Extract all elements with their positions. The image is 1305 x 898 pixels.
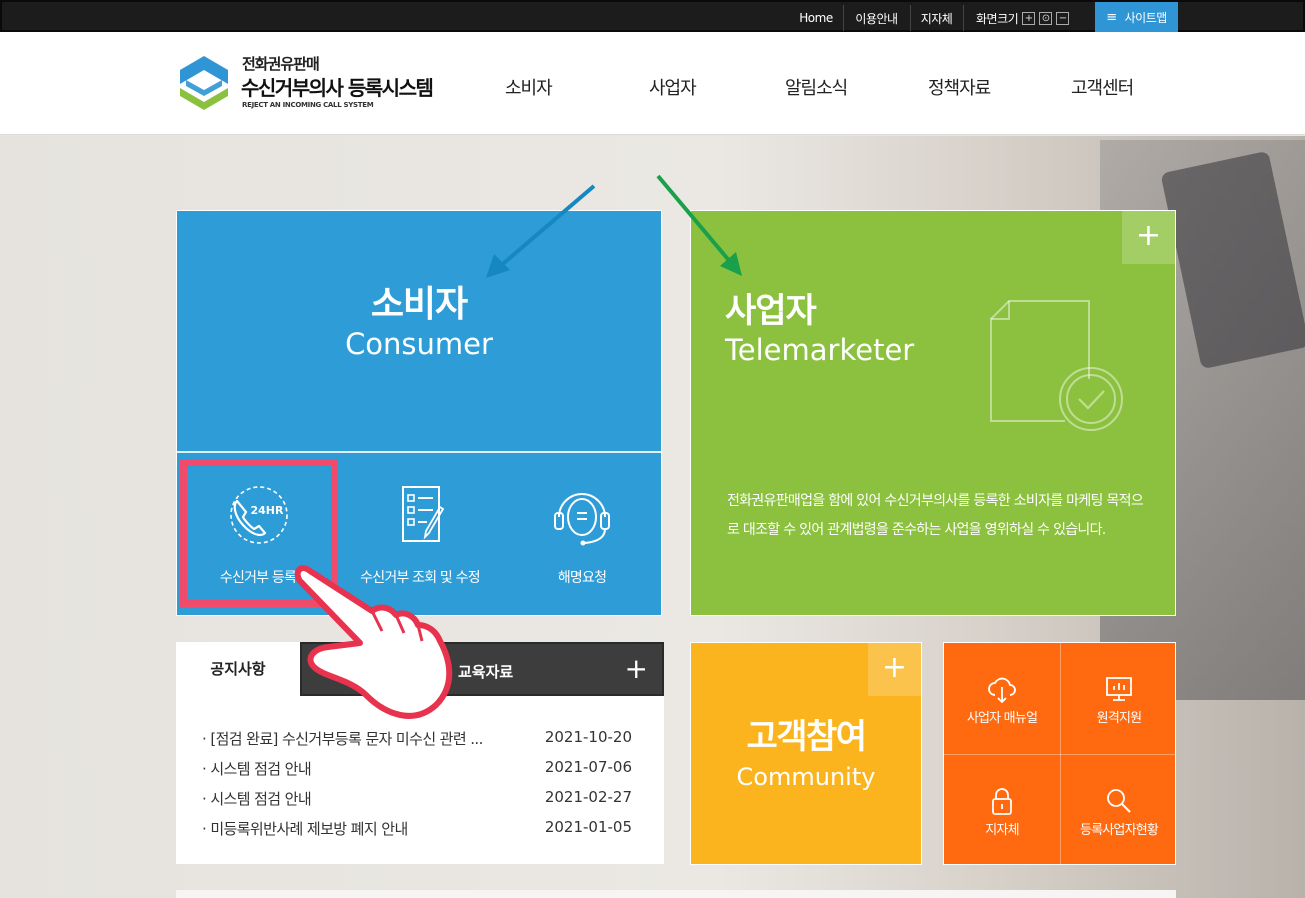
arrows-illustration: [486, 174, 742, 278]
business-title: 사업자: [725, 291, 817, 331]
screen-size-label: 화면크기: [976, 11, 1019, 26]
cloud-download-icon: [988, 677, 1016, 704]
sitemap-label: 사이트맵: [1124, 10, 1168, 25]
zoom-in-button[interactable]: +: [1022, 11, 1036, 25]
nav-business[interactable]: 사업자: [649, 74, 697, 100]
nav-policy[interactable]: 정책자료: [928, 74, 991, 100]
remote-support-button[interactable]: 원격지원: [1061, 643, 1177, 754]
quick-menu: 사업자 매뉴얼 원격지원 지자체 등록사업자현황: [943, 642, 1176, 865]
headset-icon: [554, 493, 610, 546]
local-gov-label: 지자체: [985, 823, 1019, 838]
notice-title[interactable]: · 미등록위반사례 제보방 폐지 안내: [202, 818, 408, 839]
logo-english: REJECT AN INCOMING CALL SYSTEM: [242, 101, 374, 109]
local-gov-link[interactable]: 지자체: [910, 5, 962, 31]
notice-date: 2021-01-05: [544, 818, 632, 836]
zoom-out-button[interactable]: −: [1056, 11, 1070, 25]
divider: [177, 451, 661, 453]
community-title: 고객참여: [746, 717, 867, 757]
community-subtitle: Community: [736, 763, 876, 791]
manual-button[interactable]: 사업자 매뉴얼: [944, 643, 1060, 754]
nav-support[interactable]: 고객센터: [1071, 74, 1134, 100]
home-link[interactable]: Home: [790, 5, 842, 31]
notice-title[interactable]: · 시스템 점검 안내: [202, 788, 312, 809]
consumer-subtitle: Consumer: [345, 327, 493, 361]
utility-bar: Home 이용안내 지자체 화면크기 + ⊙ − ≡ 사이트맵: [0, 0, 1305, 32]
business-more-button[interactable]: +: [1122, 211, 1175, 264]
consumer-title: 소비자: [370, 284, 468, 325]
notice-date: 2021-07-06: [544, 758, 632, 776]
registered-business-button[interactable]: 등록사업자현황: [1061, 755, 1177, 866]
consumer-explanation-label: 해명요청: [557, 570, 607, 586]
education-more-button[interactable]: +: [625, 652, 648, 685]
monitor-icon: [1106, 677, 1132, 701]
notice-date: 2021-02-27: [544, 788, 632, 806]
zoom-reset-button[interactable]: ⊙: [1039, 11, 1053, 25]
sitemap-button[interactable]: ≡ 사이트맵: [1095, 2, 1178, 32]
checklist-icon: [402, 486, 445, 542]
bottom-banner: [176, 890, 1176, 898]
notice-title[interactable]: · 시스템 점검 안내: [202, 758, 312, 779]
logo-title-small: 전화권유판매: [242, 55, 320, 73]
nav-consumer[interactable]: 소비자: [505, 74, 553, 100]
logo-title[interactable]: 수신거부의사 등록시스템: [241, 72, 434, 101]
local-gov-button[interactable]: 지자체: [944, 755, 1060, 866]
manual-label: 사업자 매뉴얼: [966, 711, 1038, 726]
document-check-icon: [990, 300, 1123, 431]
guide-link[interactable]: 이용안내: [843, 5, 909, 31]
lock-icon: [992, 788, 1012, 815]
site-header: 전화권유판매 수신거부의사 등록시스템 REJECT AN INCOMING C…: [0, 32, 1305, 135]
menu-icon: ≡: [1106, 9, 1117, 25]
nav-news[interactable]: 알림소식: [785, 74, 848, 100]
registered-business-label: 등록사업자현황: [1079, 823, 1159, 838]
logo-icon[interactable]: [178, 54, 230, 112]
consumer-explanation-button[interactable]: 해명요청: [507, 483, 657, 603]
remote-support-label: 원격지원: [1096, 711, 1142, 726]
tab-notice[interactable]: 공지사항: [176, 642, 300, 696]
business-description: 전화권유판매업을 함에 있어 수신거부의사를 등록한 소비자를 마케팅 목적으로…: [727, 493, 1144, 538]
business-subtitle: Telemarketer: [725, 333, 915, 367]
community-panel[interactable]: + 고객참여 Community: [690, 642, 922, 865]
search-icon: [1107, 789, 1131, 813]
pointing-hand-icon: [294, 565, 453, 719]
screen-size-control: 화면크기 + ⊙ −: [963, 5, 1091, 31]
notice-date: 2021-10-20: [544, 728, 632, 746]
community-more-button[interactable]: +: [868, 643, 921, 696]
tab-education-label: 교육자료: [458, 663, 514, 681]
